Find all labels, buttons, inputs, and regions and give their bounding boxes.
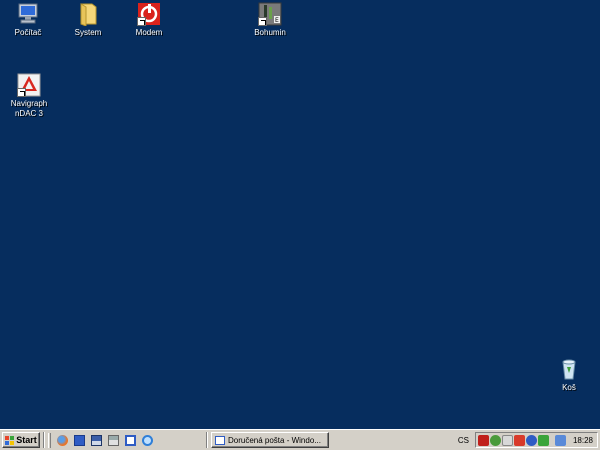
window-icon xyxy=(124,434,136,446)
desktop-icon-label: Koš xyxy=(562,383,576,392)
desktop-icon-computer[interactable]: Počítač xyxy=(0,2,60,38)
desktop-icon-recycle-bin[interactable]: Koš xyxy=(537,357,600,393)
firefox-icon xyxy=(56,434,68,446)
shield-icon[interactable] xyxy=(537,434,549,446)
desktop-icon-label: Navigraph nDAC 3 xyxy=(10,99,48,118)
desktop: Počítač System Modem E Bohumin Navigraph… xyxy=(0,0,600,429)
taskbar-separator xyxy=(43,432,45,448)
navigraph-icon xyxy=(17,73,41,97)
language-indicator[interactable]: CS xyxy=(452,436,475,445)
windows-flag-icon xyxy=(5,435,15,445)
save-icon xyxy=(90,434,102,446)
desktop-icon-label: Modem xyxy=(135,28,163,37)
network-icon[interactable] xyxy=(489,434,501,446)
quick-launch-firefox[interactable] xyxy=(54,432,70,448)
shortcut-arrow-icon xyxy=(137,17,146,26)
quick-launch-outlook[interactable] xyxy=(71,432,87,448)
quick-launch-grip[interactable] xyxy=(48,432,51,448)
quick-launch-save[interactable] xyxy=(88,432,104,448)
bohumin-icon: E xyxy=(258,2,282,26)
desktop-icon-system[interactable]: System xyxy=(56,2,120,38)
system-tray: 18:28 xyxy=(474,432,598,448)
taskbar: Start Doručená pošta - Windo... CS 18:28 xyxy=(0,429,600,450)
shortcut-arrow-icon xyxy=(258,17,267,26)
task-button-label: Doručená pošta - Windo... xyxy=(228,435,321,445)
printer-icon xyxy=(107,434,119,446)
modem-icon xyxy=(137,2,161,26)
volume-icon[interactable] xyxy=(501,434,513,446)
internet-explorer-icon xyxy=(141,434,153,446)
task-button-inbox[interactable]: Doručená pošta - Windo... xyxy=(211,432,329,448)
quick-launch-window[interactable] xyxy=(122,432,138,448)
clock[interactable]: 18:28 xyxy=(573,436,593,445)
quick-launch-internet-explorer[interactable] xyxy=(139,432,155,448)
start-button[interactable]: Start xyxy=(2,432,40,448)
folder-icon xyxy=(76,2,100,27)
shortcut-arrow-icon xyxy=(17,88,26,97)
outlook-icon xyxy=(73,434,85,446)
desktop-icon-navigraph[interactable]: Navigraph nDAC 3 xyxy=(0,73,61,119)
display-icon[interactable] xyxy=(554,434,566,446)
desktop-icon-label: Bohumin xyxy=(254,28,286,37)
desktop-icon-modem[interactable]: Modem xyxy=(117,2,181,38)
quick-launch-printer[interactable] xyxy=(105,432,121,448)
desktop-icon-bohumin[interactable]: E Bohumin xyxy=(238,2,302,38)
desktop-icon-label: System xyxy=(74,28,102,37)
start-label: Start xyxy=(16,435,37,445)
acrobat-icon[interactable] xyxy=(477,434,489,446)
antivirus-icon[interactable] xyxy=(513,434,525,446)
mail-window-icon xyxy=(215,435,225,445)
taskbar-separator xyxy=(206,432,208,448)
bluetooth-icon[interactable] xyxy=(525,434,537,446)
desktop-icon-label: Počítač xyxy=(14,28,42,37)
svg-text:E: E xyxy=(275,17,279,24)
recycle-bin-icon xyxy=(557,357,581,381)
computer-icon xyxy=(16,2,40,26)
